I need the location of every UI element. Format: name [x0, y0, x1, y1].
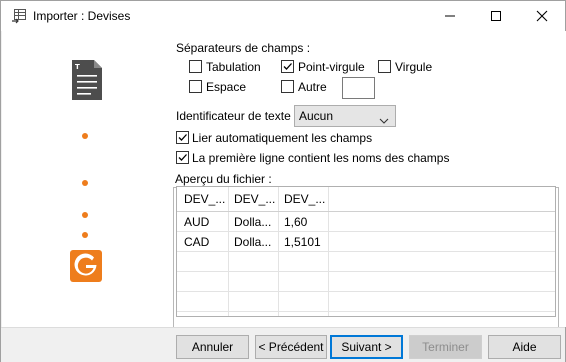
- grid-header-cell: DEV_...: [284, 192, 326, 206]
- grid-header-cell: DEV_...: [184, 192, 226, 206]
- autre-checkbox[interactable]: [281, 80, 294, 93]
- dialog-button-bar: Annuler < Précédent Suivant > Terminer A…: [1, 327, 565, 362]
- separators-heading: Séparateurs de champs :: [176, 41, 311, 55]
- maximize-button[interactable]: [473, 1, 519, 31]
- step-dot: [82, 212, 88, 218]
- grid-column-divider: [328, 187, 329, 316]
- autre-label: Autre: [298, 80, 327, 94]
- virgule-label: Virgule: [395, 60, 433, 74]
- point-virgule-label: Point-virgule: [298, 60, 365, 74]
- grid-row-divider: [177, 311, 555, 312]
- help-button[interactable]: Aide: [488, 335, 561, 359]
- grid-header-cell: DEV_...: [234, 192, 276, 206]
- title-bar[interactable]: Importer : Devises: [1, 1, 565, 31]
- minimize-button[interactable]: [427, 1, 473, 31]
- text-qualifier-value: Aucun: [299, 109, 334, 123]
- step-dot: [82, 133, 88, 139]
- window-title: Importer : Devises: [33, 9, 131, 23]
- grid-cell: 1,60: [284, 215, 308, 229]
- text-qualifier-select[interactable]: Aucun: [294, 105, 396, 127]
- virgule-checkbox[interactable]: [378, 60, 391, 73]
- grid-row-divider: [177, 251, 555, 252]
- first-row-names-label: La première ligne contient les noms des …: [192, 151, 450, 165]
- espace-checkbox[interactable]: [189, 80, 202, 93]
- next-button[interactable]: Suivant >: [330, 335, 403, 359]
- import-options-panel: Séparateurs de champs : Tabulation Point…: [170, 31, 566, 328]
- text-file-icon: T: [72, 60, 102, 103]
- tabulation-checkbox[interactable]: [189, 60, 202, 73]
- grid-cell: AUD: [184, 215, 210, 229]
- file-preview-grid[interactable]: DEV_... DEV_... DEV_... AUD Dolla... 1,6…: [176, 186, 556, 317]
- grid-row-divider: [177, 271, 555, 272]
- cancel-button[interactable]: Annuler: [176, 335, 249, 359]
- first-row-names-checkbox[interactable]: [176, 151, 189, 164]
- grid-header-divider: [177, 211, 555, 212]
- text-qualifier-label: Identificateur de texte: [176, 109, 291, 123]
- grid-column-divider: [228, 187, 229, 316]
- point-virgule-checkbox[interactable]: [281, 60, 294, 73]
- grid-cell: Dolla...: [234, 215, 272, 229]
- auto-link-label: Lier automatiquement les champs: [192, 131, 373, 145]
- autre-separator-input[interactable]: [342, 77, 375, 99]
- close-button[interactable]: [519, 1, 565, 31]
- grid-column-divider: [278, 187, 279, 316]
- g-logo-icon: [70, 250, 102, 282]
- grid-row-divider: [177, 291, 555, 292]
- grid-row-divider: [177, 231, 555, 232]
- auto-link-checkbox[interactable]: [176, 131, 189, 144]
- grid-cell: 1,5101: [284, 235, 321, 249]
- wizard-steps-panel: T: [2, 31, 170, 327]
- table-import-icon: [11, 8, 27, 24]
- step-dot: [82, 232, 88, 238]
- import-dialog: Importer : Devises T Séparateurs de cham…: [0, 0, 566, 362]
- finish-button[interactable]: Terminer: [409, 335, 482, 359]
- grid-cell: Dolla...: [234, 235, 272, 249]
- grid-cell: CAD: [184, 235, 210, 249]
- tabulation-label: Tabulation: [206, 60, 261, 74]
- previous-button[interactable]: < Précédent: [255, 335, 327, 359]
- chevron-down-icon: [379, 113, 389, 127]
- step-dot: [82, 180, 88, 186]
- svg-text:T: T: [75, 63, 80, 71]
- file-preview-label: Aperçu du fichier :: [175, 172, 274, 186]
- espace-label: Espace: [206, 80, 247, 94]
